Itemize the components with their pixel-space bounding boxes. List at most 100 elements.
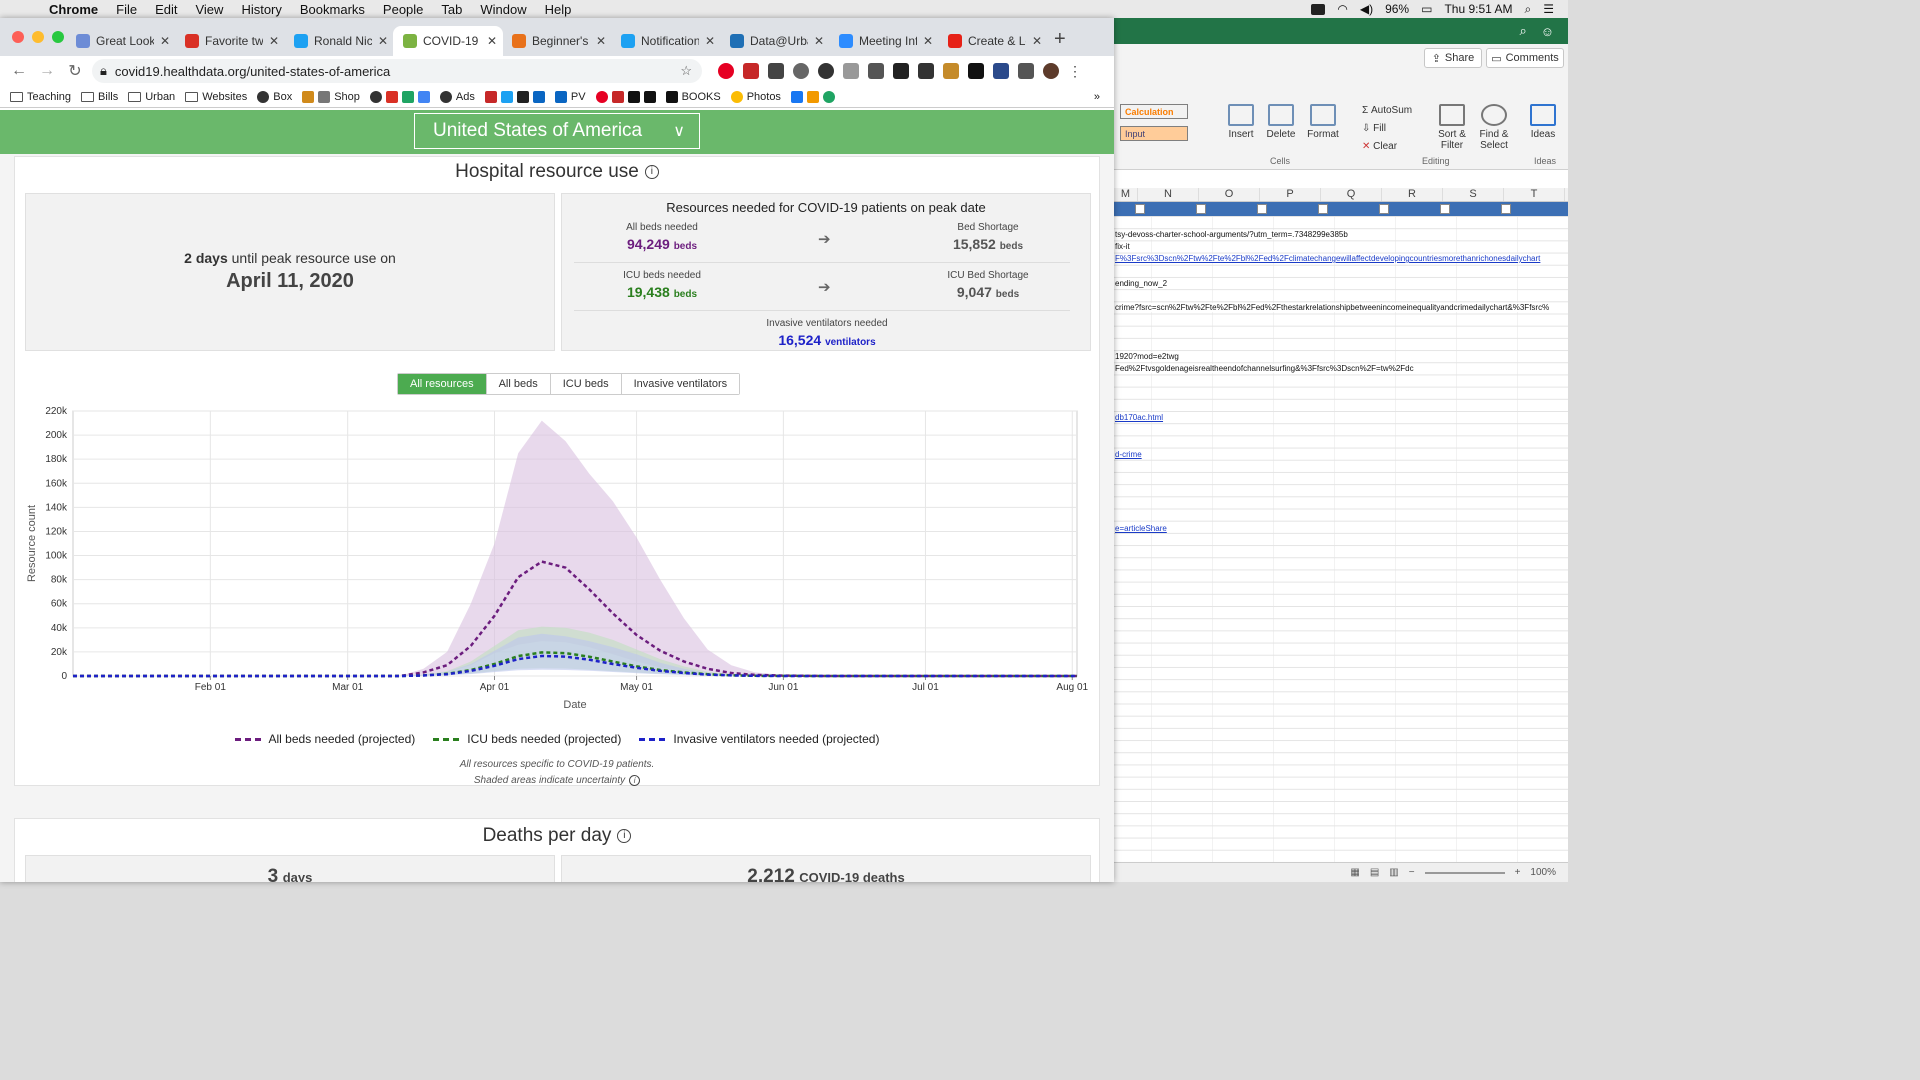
bookmark-star-icon[interactable]: ☆ bbox=[680, 63, 692, 79]
menu-people[interactable]: People bbox=[374, 2, 432, 17]
tab[interactable]: Great Lookin ✕ bbox=[66, 26, 176, 56]
find-select-button[interactable]: Find & Select bbox=[1474, 104, 1514, 151]
resource-chart[interactable]: 0 20k 40k 60k 80k 100k 120k 140k 160k 180k 200k 220… bbox=[15, 395, 1099, 727]
close-window-icon[interactable] bbox=[12, 31, 24, 43]
reload-icon[interactable]: ↻ bbox=[64, 61, 86, 81]
menu-view[interactable]: View bbox=[186, 2, 232, 17]
toggle-invasive-ventilators[interactable]: Invasive ventilators bbox=[621, 374, 740, 394]
insert-button[interactable]: Insert bbox=[1224, 104, 1258, 140]
cell-text[interactable]: 1920?mod=e2twg bbox=[1114, 352, 1179, 361]
country-select[interactable]: United States of America ∨ bbox=[414, 113, 700, 149]
search-icon[interactable]: ⌕ bbox=[1519, 23, 1526, 39]
extension-icon[interactable] bbox=[918, 63, 934, 79]
chrome-menu-icon[interactable]: ⋮ bbox=[1068, 63, 1082, 80]
column-header[interactable]: R bbox=[1382, 188, 1443, 201]
zoom-level[interactable]: 100% bbox=[1530, 867, 1556, 878]
sort-filter-button[interactable]: Sort & Filter bbox=[1432, 104, 1472, 151]
zoom-slider[interactable] bbox=[1424, 871, 1505, 874]
bookmark-teaching[interactable]: Teaching bbox=[10, 91, 71, 103]
info-icon[interactable]: i bbox=[629, 775, 641, 786]
filter-dropdown-icon[interactable] bbox=[1440, 204, 1450, 214]
bookmark-websites[interactable]: Websites bbox=[185, 91, 247, 103]
wifi-icon[interactable]: ◠ bbox=[1337, 2, 1347, 16]
close-tab-icon[interactable]: ✕ bbox=[814, 34, 830, 48]
menu-history[interactable]: History bbox=[232, 2, 290, 17]
spotlight-icon[interactable]: ⌕ bbox=[1525, 2, 1532, 17]
menu-window[interactable]: Window bbox=[471, 2, 535, 17]
menu-tab[interactable]: Tab bbox=[432, 2, 471, 17]
bookmark-news[interactable] bbox=[595, 90, 656, 103]
page-layout-icon[interactable]: ▤ bbox=[1370, 867, 1379, 878]
menu-file[interactable]: File bbox=[107, 2, 146, 17]
notification-center-icon[interactable]: ☰ bbox=[1543, 2, 1554, 16]
legend-item-all-beds[interactable]: All beds needed (projected) bbox=[234, 732, 415, 746]
filter-dropdown-icon[interactable] bbox=[1318, 204, 1328, 214]
cell-text[interactable]: F%3Fsrc%3Dscn%2Ftw%2Fte%2Fbl%2Fed%2Fclim… bbox=[1114, 254, 1541, 263]
cell-text[interactable]: ending_now_2 bbox=[1114, 279, 1168, 288]
toggle-all-resources[interactable]: All resources bbox=[398, 374, 487, 394]
extension-icon[interactable] bbox=[943, 63, 959, 79]
extension-icon[interactable] bbox=[843, 63, 859, 79]
menu-bookmarks[interactable]: Bookmarks bbox=[291, 2, 374, 17]
zoom-window-icon[interactable] bbox=[52, 31, 64, 43]
close-tab-icon[interactable]: ✕ bbox=[160, 34, 176, 48]
bookmark-icons[interactable] bbox=[484, 90, 545, 103]
address-bar[interactable]: 🔒︎ covid19.healthdata.org/united-states-… bbox=[92, 59, 702, 83]
filter-dropdown-icon[interactable] bbox=[1257, 204, 1267, 214]
clear-button[interactable]: ✕ Clear bbox=[1362, 138, 1422, 156]
fill-button[interactable]: ⇩ Fill bbox=[1362, 120, 1422, 138]
filter-dropdown-icon[interactable] bbox=[1501, 204, 1511, 214]
cell-text[interactable]: Fed%2Ftvsgoldenageisrealtheendofchannels… bbox=[1114, 364, 1414, 373]
bookmark-ads[interactable]: Ads bbox=[439, 90, 475, 103]
bookmark-photos[interactable]: Photos bbox=[730, 90, 781, 103]
tab[interactable]: Ronald Nich ✕ bbox=[284, 26, 394, 56]
toggle-all-beds[interactable]: All beds bbox=[486, 374, 551, 394]
tab[interactable]: Data@Urban ✕ bbox=[720, 26, 830, 56]
close-tab-icon[interactable]: ✕ bbox=[269, 34, 285, 48]
more-bookmarks-icon[interactable]: » bbox=[1094, 91, 1100, 103]
url-text[interactable]: covid19.healthdata.org/united-states-of-… bbox=[115, 64, 390, 79]
extension-icon[interactable] bbox=[793, 63, 809, 79]
extension-icon[interactable] bbox=[818, 63, 834, 79]
normal-view-icon[interactable]: ▦ bbox=[1350, 867, 1359, 878]
legend-item-icu-beds[interactable]: ICU beds needed (projected) bbox=[433, 732, 621, 746]
reading-list-icon[interactable] bbox=[1018, 63, 1034, 79]
new-tab-button[interactable]: + bbox=[1054, 28, 1066, 51]
close-tab-icon[interactable]: ✕ bbox=[378, 34, 394, 48]
comments-button[interactable]: ▭ Comments bbox=[1486, 48, 1564, 68]
status-app-icon[interactable] bbox=[1311, 3, 1326, 15]
bookmark-bills[interactable]: Bills bbox=[81, 91, 118, 103]
column-header[interactable]: M bbox=[1114, 188, 1138, 201]
extension-icon[interactable] bbox=[743, 63, 759, 79]
column-header[interactable]: T bbox=[1504, 188, 1565, 201]
cell-text[interactable]: crime?fsrc=scn%2Ftw%2Fte%2Fbl%2Fed%2Fthe… bbox=[1114, 303, 1550, 312]
page-break-icon[interactable]: ▥ bbox=[1389, 867, 1398, 878]
extension-icon[interactable] bbox=[868, 63, 884, 79]
cell-text[interactable]: tsy-devoss-charter-school-arguments/?utm… bbox=[1114, 230, 1348, 239]
minimize-window-icon[interactable] bbox=[32, 31, 44, 43]
toggle-icu-beds[interactable]: ICU beds bbox=[550, 374, 622, 394]
cell-text[interactable]: d-crime bbox=[1114, 450, 1142, 459]
close-tab-icon[interactable]: ✕ bbox=[923, 34, 939, 48]
filter-dropdown-icon[interactable] bbox=[1379, 204, 1389, 214]
close-tab-icon[interactable]: ✕ bbox=[705, 34, 721, 48]
cell-text[interactable]: e=articleShare bbox=[1114, 524, 1167, 533]
tab[interactable]: Meeting Info ✕ bbox=[829, 26, 939, 56]
spreadsheet-grid[interactable] bbox=[1114, 216, 1568, 862]
menu-edit[interactable]: Edit bbox=[146, 2, 186, 17]
close-tab-icon[interactable]: ✕ bbox=[596, 34, 612, 48]
extension-icon[interactable] bbox=[768, 63, 784, 79]
close-tab-icon[interactable]: ✕ bbox=[487, 34, 503, 48]
avatar[interactable] bbox=[1043, 63, 1059, 79]
delete-button[interactable]: Delete bbox=[1264, 104, 1298, 140]
column-header[interactable]: O bbox=[1199, 188, 1260, 201]
battery-icon[interactable]: ▭ bbox=[1421, 2, 1432, 16]
column-header[interactable]: P bbox=[1260, 188, 1321, 201]
column-header[interactable]: N bbox=[1138, 188, 1199, 201]
bookmark-gmail[interactable] bbox=[369, 90, 430, 103]
tab[interactable]: Create & Le ✕ bbox=[938, 26, 1048, 56]
style-calculation[interactable]: Calculation bbox=[1120, 104, 1188, 119]
close-tab-icon[interactable]: ✕ bbox=[1032, 34, 1048, 48]
back-icon[interactable]: ← bbox=[8, 62, 30, 80]
extension-icon[interactable] bbox=[993, 63, 1009, 79]
